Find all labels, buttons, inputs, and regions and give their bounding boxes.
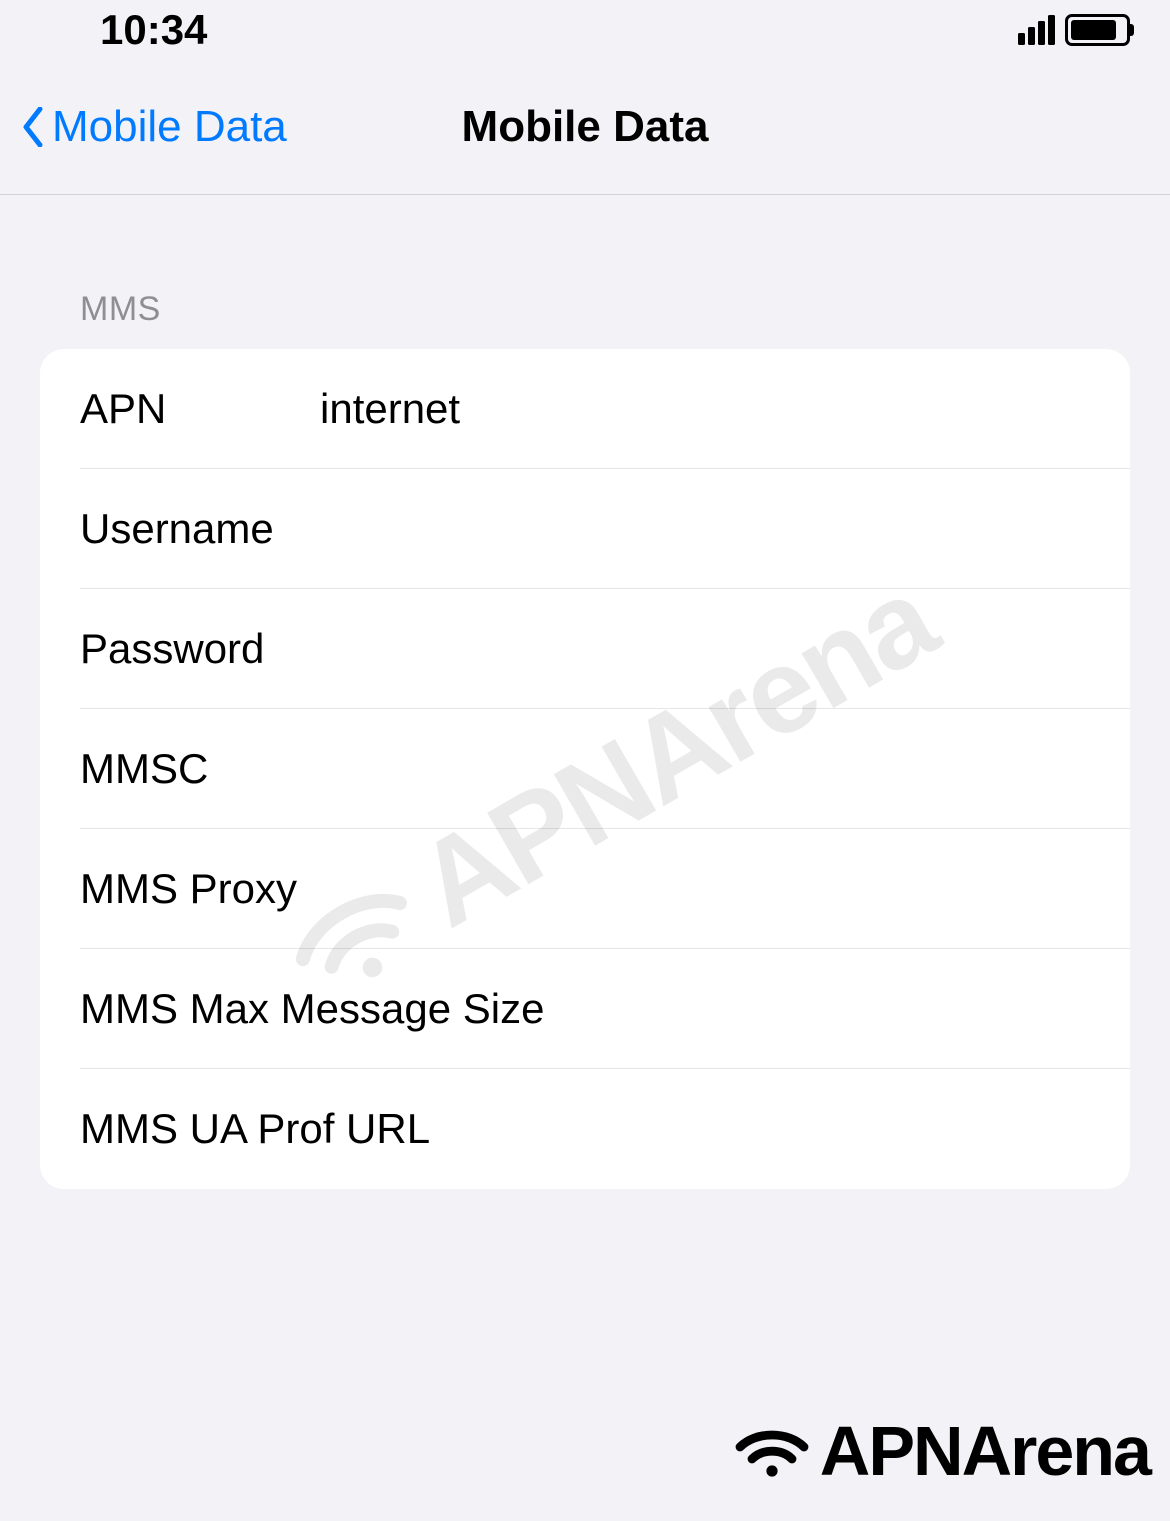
footer-logo-text: APNArena xyxy=(820,1411,1150,1491)
input-mms-proxy[interactable] xyxy=(320,865,1090,913)
row-mms-proxy[interactable]: MMS Proxy xyxy=(40,829,1130,949)
content: MMS APN Username Password MMSC MMS Proxy… xyxy=(0,195,1170,1189)
row-password[interactable]: Password xyxy=(40,589,1130,709)
input-password[interactable] xyxy=(320,625,1090,673)
label-mms-ua-prof: MMS UA Prof URL xyxy=(80,1105,430,1153)
footer-logo: APNArena xyxy=(732,1411,1150,1491)
chevron-left-icon xyxy=(22,107,44,147)
input-mmsc[interactable] xyxy=(320,745,1090,793)
back-button[interactable]: Mobile Data xyxy=(0,102,287,152)
input-apn[interactable] xyxy=(320,385,1090,433)
row-username[interactable]: Username xyxy=(40,469,1130,589)
row-apn[interactable]: APN xyxy=(40,349,1130,469)
cellular-signal-icon xyxy=(1018,15,1055,45)
status-bar: 10:34 xyxy=(0,0,1170,60)
input-mms-ua-prof[interactable] xyxy=(430,1105,1090,1153)
battery-icon xyxy=(1065,14,1130,46)
row-mmsc[interactable]: MMSC xyxy=(40,709,1130,829)
label-apn: APN xyxy=(80,385,320,433)
label-mms-proxy: MMS Proxy xyxy=(80,865,320,913)
nav-bar: Mobile Data Mobile Data xyxy=(0,60,1170,195)
row-mms-max-size[interactable]: MMS Max Message Size xyxy=(40,949,1130,1069)
section-header-mms: MMS xyxy=(40,290,1130,329)
nav-title: Mobile Data xyxy=(462,102,709,152)
input-username[interactable] xyxy=(320,505,1090,553)
label-mmsc: MMSC xyxy=(80,745,320,793)
label-password: Password xyxy=(80,625,320,673)
back-label: Mobile Data xyxy=(52,102,287,152)
label-mms-max-size: MMS Max Message Size xyxy=(80,985,544,1033)
settings-group-mms: APN Username Password MMSC MMS Proxy MMS… xyxy=(40,349,1130,1189)
input-mms-max-size[interactable] xyxy=(544,985,1090,1033)
label-username: Username xyxy=(80,505,320,553)
row-mms-ua-prof[interactable]: MMS UA Prof URL xyxy=(40,1069,1130,1189)
status-icons xyxy=(1018,14,1130,46)
status-time: 10:34 xyxy=(100,6,207,54)
wifi-icon xyxy=(732,1421,812,1481)
